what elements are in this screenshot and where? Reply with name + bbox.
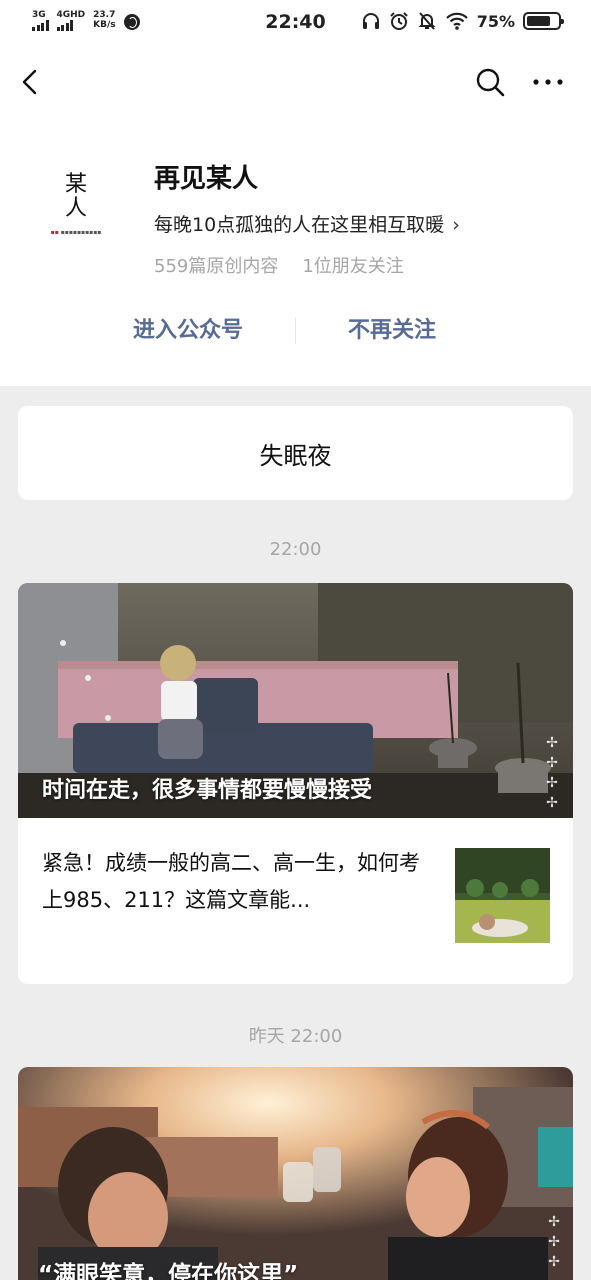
wifi-icon <box>445 12 468 30</box>
account-description[interactable]: 每晚10点孤独的人在这里相互取暖 › <box>154 210 460 237</box>
account-actions: 进入公众号 不再关注 <box>0 314 591 364</box>
account-name: 再见某人 <box>154 164 259 194</box>
cover-image <box>18 1067 573 1280</box>
sub-article-thumbnail[interactable] <box>455 848 550 943</box>
status-bar: 3G 4GHD 23.7 KB/s 22:40 75% <box>0 0 591 46</box>
logo-char-2: 人 <box>64 195 87 221</box>
message-timestamp: 昨天 22:00 <box>248 1026 343 1047</box>
watermark-decoration: ✢ ✢ ✢ <box>548 1214 560 1270</box>
article-group-card: “满眼笑意，停在你这里” ✢ ✢ ✢ <box>18 1067 573 1280</box>
battery-percent: 75% <box>476 11 515 31</box>
cover-title: “满眼笑意，停在你这里” <box>38 1262 299 1280</box>
account-header: 某 人 ▪▪ ▪▪▪▪▪▪▪▪▪▪ 再见某人 每晚10点孤独的人在这里相互取暖 ›… <box>0 46 591 386</box>
logo-char-1: 某 <box>64 171 87 197</box>
headphones-icon <box>362 13 379 29</box>
sub-article-title[interactable]: 紧急！成绩一般的高二、高一生，如何考上985、211？这篇文章能... <box>42 845 432 919</box>
account-description-text: 每晚10点孤独的人在这里相互取暖 <box>154 214 445 236</box>
thumbnail-image <box>455 848 550 943</box>
article-cover[interactable]: 时间在走，很多事情都要慢慢接受 ✢ ✢ ✢ ✢ <box>18 583 573 818</box>
original-count: 559篇原创内容 <box>154 256 279 277</box>
chevron-left-icon[interactable] <box>18 66 42 98</box>
chevron-right-icon: › <box>452 214 460 236</box>
article-card-insomnia[interactable]: 失眠夜 <box>18 406 573 500</box>
unfollow-button[interactable]: 不再关注 <box>306 314 478 348</box>
search-icon[interactable] <box>474 66 506 98</box>
account-stats: 559篇原创内容 1位朋友关注 <box>154 252 404 278</box>
friends-following: 1位朋友关注 <box>302 256 404 277</box>
cover-title: 时间在走，很多事情都要慢慢接受 <box>42 778 373 803</box>
message-timestamp: 22:00 <box>269 539 322 560</box>
alarm-icon <box>389 12 408 30</box>
article-cover[interactable]: “满眼笑意，停在你这里” ✢ ✢ ✢ <box>18 1067 573 1280</box>
article-group-card: 时间在走，很多事情都要慢慢接受 ✢ ✢ ✢ ✢ 紧急！成绩一般的高二、高一生，如何考上… <box>18 583 573 984</box>
mute-bell-icon <box>418 12 436 30</box>
status-right: 75% <box>361 11 564 31</box>
account-avatar[interactable]: 某 人 ▪▪ ▪▪▪▪▪▪▪▪▪▪ <box>28 154 124 254</box>
divider <box>295 318 296 344</box>
more-icon[interactable] <box>530 70 566 94</box>
logo-tagline-decoration: ▪▪ ▪▪▪▪▪▪▪▪▪▪ <box>50 228 102 236</box>
watermark-decoration: ✢ ✢ ✢ ✢ <box>546 735 558 811</box>
battery-icon <box>523 12 564 30</box>
enter-account-button[interactable]: 进入公众号 <box>96 314 280 348</box>
